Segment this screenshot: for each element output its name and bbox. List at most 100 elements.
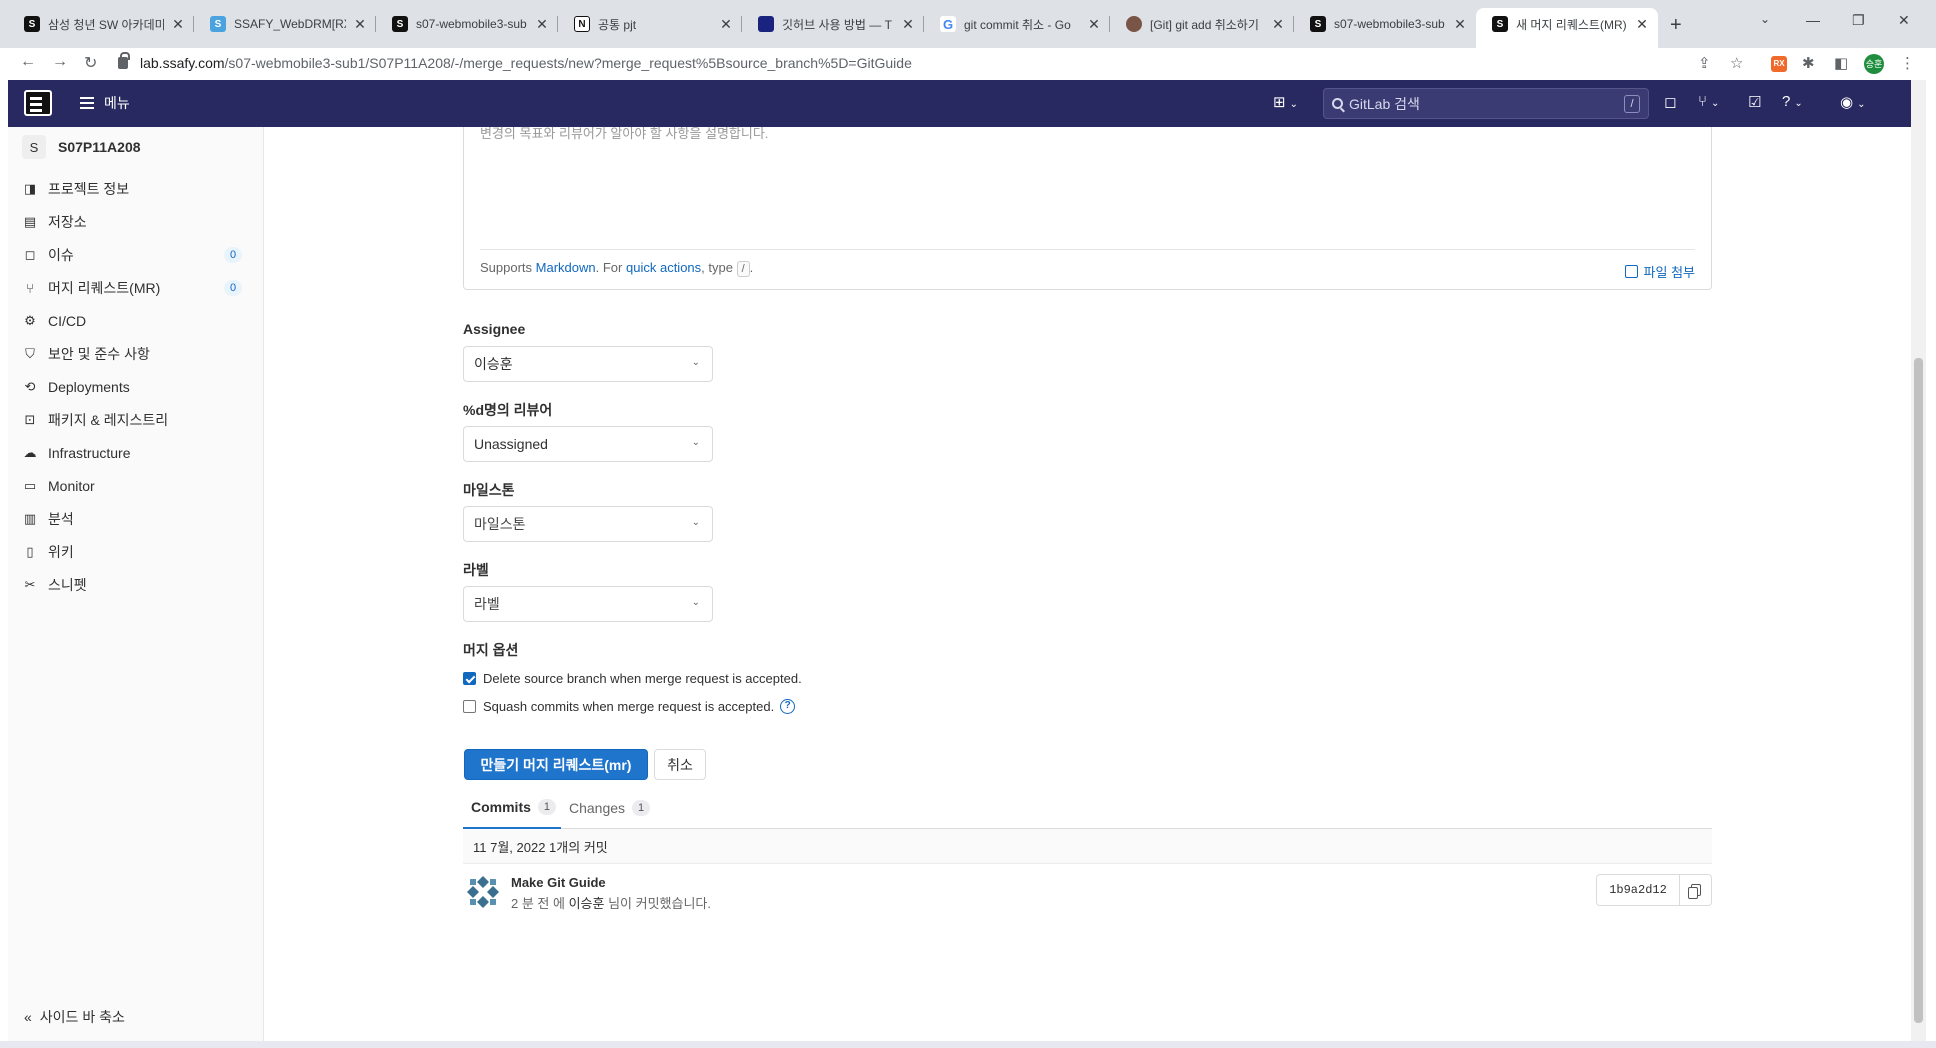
sidebar-item-label: 위키 (48, 544, 74, 560)
tab-close-icon[interactable]: ✕ (352, 16, 368, 33)
tab-close-icon[interactable]: ✕ (900, 16, 916, 33)
delete-branch-checkbox[interactable] (463, 672, 476, 685)
issues-icon[interactable]: ◻ (1664, 93, 1676, 111)
sidebar-item-merge-requests[interactable]: ⑂ 머지 리퀘스트(MR) 0 (22, 276, 252, 300)
sidebar-item-security[interactable]: ⛉ 보안 및 준수 사항 (22, 342, 252, 366)
squash-checkbox[interactable] (463, 700, 476, 713)
sidebar-item-repository[interactable]: ▤ 저장소 (22, 210, 252, 234)
bookmark-star-icon[interactable]: ☆ (1730, 54, 1743, 72)
delete-source-branch-option[interactable]: Delete source branch when merge request … (463, 671, 802, 686)
tab-search-chevron-icon[interactable]: ⌄ (1760, 12, 1770, 26)
profile-avatar[interactable]: 승훈 (1864, 54, 1884, 74)
collapse-sidebar-button[interactable]: « 사이드 바 축소 (24, 1007, 125, 1027)
quick-actions-link[interactable]: quick actions (626, 260, 701, 275)
tab-close-icon[interactable]: ✕ (170, 16, 186, 33)
restore-icon[interactable]: ❐ (1852, 12, 1865, 29)
copy-sha-button[interactable] (1680, 874, 1712, 906)
tab-changes[interactable]: Changes 1 (561, 786, 658, 829)
commit-author-link[interactable]: 이승훈 (569, 896, 605, 911)
commit-title-link[interactable]: Make Git Guide (511, 875, 606, 890)
menu-button[interactable]: 메뉴 (80, 93, 130, 113)
create-merge-request-button[interactable]: 만들기 머지 리퀘스트(mr) (464, 749, 648, 780)
tab-close-icon[interactable]: ✕ (1452, 16, 1468, 33)
sidebar-item-wiki[interactable]: ▯ 위키 (22, 540, 252, 564)
browser-tab[interactable]: S SSAFY_WebDRM[RX8] ✕ (194, 10, 376, 38)
tab-favicon-icon: S (210, 16, 226, 32)
help-question-icon[interactable]: ? (780, 699, 796, 714)
browser-tab[interactable]: G git commit 취소 - Go ✕ (924, 10, 1110, 38)
commit-meta: 2 분 전 에 이승훈 님이 커밋했습니다. (511, 893, 711, 912)
browser-tab-active[interactable]: S 새 머지 리퀘스트(MR) ✕ (1476, 8, 1658, 48)
commit-sha-button[interactable]: 1b9a2d12 (1596, 874, 1680, 906)
browser-tab[interactable]: S s07-webmobile3-sub ✕ (1294, 10, 1476, 38)
tab-close-icon[interactable]: ✕ (1270, 16, 1286, 33)
browser-tab[interactable]: [Git] git add 취소하기 ✕ (1110, 10, 1294, 38)
user-avatar-icon[interactable]: ◉ ⌄ (1840, 93, 1865, 111)
sidebar-item-project-info[interactable]: ◨ 프로젝트 정보 (22, 177, 252, 201)
minimize-icon[interactable]: — (1806, 12, 1820, 28)
sidebar-item-issues[interactable]: ◻ 이슈 0 (22, 243, 252, 267)
scrollbar-thumb[interactable] (1914, 358, 1923, 1023)
side-panel-icon[interactable]: ◧ (1834, 54, 1848, 72)
description-editor[interactable]: 변경의 목표와 리뷰어가 알아야 할 사항을 설명합니다. Supports M… (463, 126, 1712, 290)
count-badge: 0 (224, 247, 242, 263)
book-icon: ▯ (26, 544, 34, 559)
page-scrollbar[interactable] (1911, 80, 1926, 1041)
markdown-link[interactable]: Markdown (536, 260, 596, 275)
sidebar-item-snippets[interactable]: ✂ 스니펫 (22, 573, 252, 597)
forward-arrow-icon[interactable]: → (52, 53, 68, 71)
assignee-label: Assignee (463, 321, 526, 337)
extensions-puzzle-icon[interactable]: ✱ (1802, 54, 1815, 72)
tab-close-icon[interactable]: ✕ (1086, 16, 1102, 33)
tab-favicon-icon: S (392, 16, 408, 32)
tab-title: s07-webmobile3-sub (1334, 17, 1445, 31)
browser-tab[interactable]: N 공통 pjt ✕ (558, 10, 742, 38)
reload-icon[interactable]: ↻ (84, 53, 97, 73)
browser-tab[interactable]: S s07-webmobile3-sub ✕ (376, 10, 558, 38)
collapse-sidebar-label: 사이드 바 축소 (39, 1009, 125, 1025)
sidebar-item-deployments[interactable]: ⟲ Deployments (22, 375, 252, 399)
tab-close-icon[interactable]: ✕ (534, 16, 550, 33)
tab-commits[interactable]: Commits 1 (463, 786, 561, 829)
tab-close-icon[interactable]: ✕ (718, 16, 734, 33)
cancel-button[interactable]: 취소 (654, 749, 706, 780)
merge-requests-icon[interactable]: ⑂ ⌄ (1698, 93, 1719, 110)
project-info-icon: ◨ (23, 181, 37, 196)
labels-dropdown[interactable]: 라벨 ⌄ (463, 586, 713, 622)
sidebar-item-infrastructure[interactable]: ☁ Infrastructure (22, 441, 252, 465)
milestone-dropdown[interactable]: 마일스톤 ⌄ (463, 506, 713, 542)
browser-tab[interactable]: 깃허브 사용 방법 — T ✕ (742, 10, 924, 38)
sidebar-item-monitor[interactable]: ▭ Monitor (22, 474, 252, 498)
commit-time: 2 분 전 에 (511, 896, 565, 911)
count-badge: 0 (224, 280, 242, 296)
url-path: /s07-webmobile3-sub1/S07P11A208/-/merge_… (224, 55, 912, 71)
address-bar[interactable]: lab.ssafy.com/s07-webmobile3-sub1/S07P11… (118, 48, 912, 78)
sidebar-item-cicd[interactable]: ⚙ CI/CD (22, 309, 252, 333)
gitlab-logo[interactable] (24, 90, 52, 116)
repository-icon: ▤ (23, 214, 37, 229)
share-icon[interactable]: ⇪ (1698, 54, 1711, 72)
reviewer-dropdown[interactable]: Unassigned ⌄ (463, 426, 713, 462)
sidebar-item-analytics[interactable]: ▥ 분석 (22, 507, 252, 531)
tab-title: 새 머지 리퀘스트(MR) (1516, 17, 1627, 32)
attach-file-button[interactable]: 파일 첨부 (1624, 262, 1695, 281)
project-header[interactable]: S S07P11A208 (22, 135, 141, 159)
tab-close-icon[interactable]: ✕ (1634, 16, 1650, 33)
tab-favicon-icon (758, 16, 774, 32)
browser-menu-kebab-icon[interactable]: ⋮ (1900, 54, 1915, 72)
new-tab-plus-icon[interactable]: + (1670, 14, 1682, 37)
todo-check-icon[interactable]: ☑ (1748, 93, 1761, 111)
tab-title: SSAFY_WebDRM[RX8] (234, 17, 346, 31)
sidebar-item-packages[interactable]: ⊡ 패키지 & 레지스트리 (22, 408, 252, 432)
browser-tab[interactable]: S 삼성 청년 SW 아카데미 ✕ (8, 10, 194, 38)
commit-author-avatar[interactable] (465, 874, 501, 910)
type-text: , type (701, 260, 733, 275)
gitlab-search-input[interactable]: GitLab 검색 / (1323, 88, 1649, 119)
assignee-dropdown[interactable]: 이승훈 ⌄ (463, 346, 713, 382)
back-arrow-icon[interactable]: ← (20, 53, 36, 71)
extension-rx-icon[interactable]: RX (1771, 56, 1787, 72)
window-close-icon[interactable]: ✕ (1898, 12, 1910, 29)
create-new-plus-icon[interactable]: ⊞ ⌄ (1273, 93, 1298, 111)
help-icon[interactable]: ? ⌄ (1782, 93, 1803, 110)
squash-commits-option[interactable]: Squash commits when merge request is acc… (463, 699, 796, 714)
